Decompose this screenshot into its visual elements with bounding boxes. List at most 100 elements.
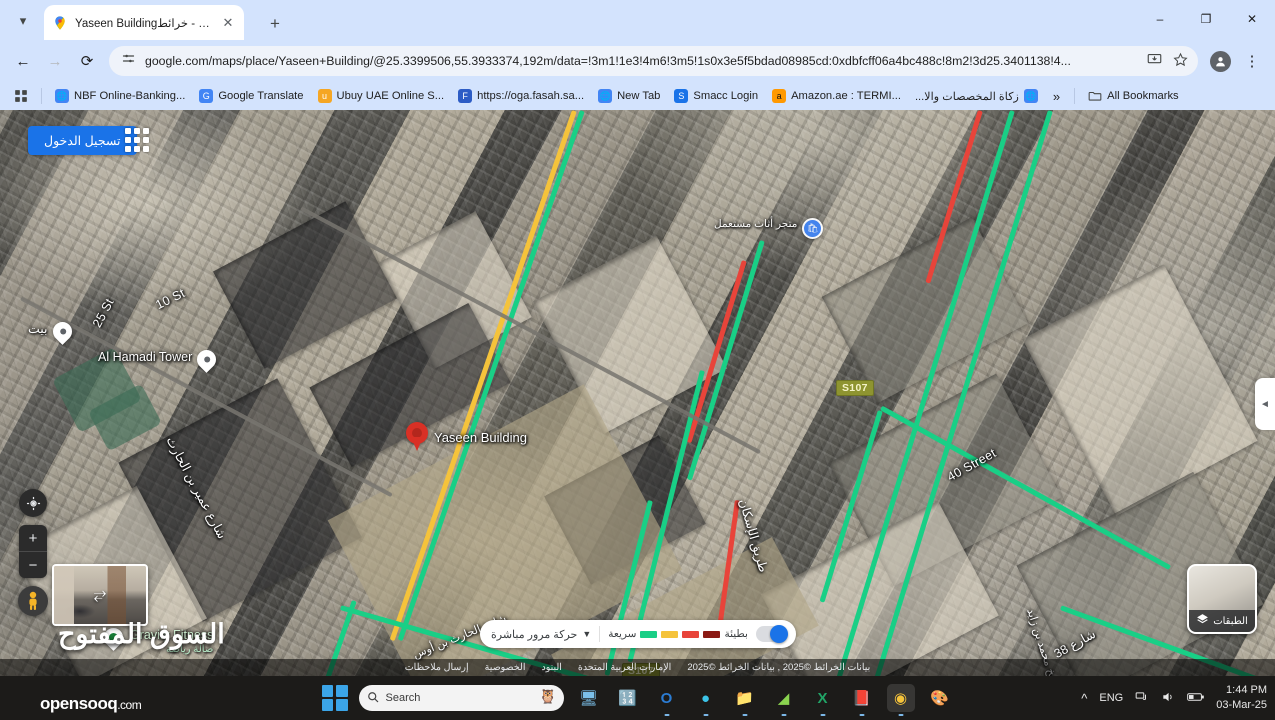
- locate-me-icon[interactable]: [19, 489, 47, 517]
- language-indicator[interactable]: ENG: [1099, 692, 1123, 704]
- traffic-swatch-green: [640, 630, 658, 638]
- bookmark-item[interactable]: u Ubuy UAE Online S...: [312, 86, 451, 106]
- kebab-menu-icon[interactable]: ⋮: [1237, 46, 1267, 76]
- opensooq-watermark: السوق المفتوح: [0, 604, 258, 676]
- taskbar-app-paint-icon[interactable]: 🎨: [926, 684, 954, 712]
- volume-icon[interactable]: [1161, 690, 1175, 707]
- traffic-fast-label: سريعة: [608, 628, 637, 640]
- amazon-icon: a: [772, 89, 787, 103]
- forward-button[interactable]: →: [40, 46, 70, 76]
- taskbar-search-input[interactable]: Search 🦉: [358, 685, 564, 711]
- reload-button[interactable]: ⟳: [72, 46, 102, 76]
- bookmarks-bar: 🌐 NBF Online-Banking... G Google Transla…: [0, 82, 1275, 110]
- taskbar-app-mountain-app-icon[interactable]: ◢: [770, 684, 798, 716]
- sign-in-button[interactable]: تسجيل الدخول: [28, 126, 137, 155]
- main-map-pin-icon[interactable]: [406, 422, 428, 454]
- watermark-english-suffix: .com: [117, 698, 142, 712]
- windows-taskbar: Search 🦉 🖥 🔢 O ● 📁 ◢ X 📕 ◉ 🎨 ^ ENG 1:44 …: [0, 676, 1275, 720]
- omnibox-actions: [1147, 52, 1188, 70]
- bookmark-item[interactable]: G Google Translate: [193, 86, 309, 106]
- traffic-scale: بطيئة سريعة: [608, 628, 748, 640]
- map-canvas[interactable]: 10 St 25 St 40 Street شارع 38 شارع عمير …: [0, 110, 1275, 676]
- taskbar-app-ledger-icon[interactable]: 📕: [848, 684, 876, 716]
- taskbar-app-my-computer-icon[interactable]: 🖥: [575, 684, 603, 712]
- install-icon[interactable]: [1147, 52, 1162, 70]
- poi-al-hamadi-tower[interactable]: Al Hamadi Tower: [98, 346, 221, 373]
- bird-icon: 🦉: [539, 688, 557, 704]
- network-icon[interactable]: [1135, 690, 1149, 707]
- attribution-item: الإمارات العربية المتحدة: [577, 662, 672, 673]
- smacc-icon: S: [674, 89, 689, 103]
- taskbar-app-chrome-icon[interactable]: ◉: [886, 684, 915, 716]
- bookmark-item[interactable]: S Smacc Login: [668, 86, 764, 106]
- bookmark-item[interactable]: F https://oga.fasah.sa...: [452, 86, 590, 106]
- watermark-english-text: opensooq: [40, 694, 118, 713]
- zoom-in-button[interactable]: +: [19, 525, 47, 551]
- new-tab-button[interactable]: +: [262, 11, 288, 37]
- clock[interactable]: 1:44 PM 03-Mar-25: [1216, 683, 1267, 713]
- translate-icon: G: [199, 89, 214, 103]
- taskbar-app-excel-icon[interactable]: X: [809, 684, 837, 716]
- bookmark-item[interactable]: 🌐 New Tab: [592, 86, 666, 106]
- poi-bait[interactable]: بيت: [28, 318, 76, 345]
- chevron-up-icon[interactable]: ^: [1081, 691, 1087, 706]
- apps-grid-icon[interactable]: [125, 128, 149, 152]
- profile-icon[interactable]: [1205, 46, 1235, 76]
- bookmark-label: Smacc Login: [693, 90, 759, 102]
- traffic-mode-label: حركة مرور مباشرة: [491, 628, 578, 641]
- attribution-item[interactable]: الخصوصية: [485, 662, 526, 673]
- browser-chrome: ▾ Yaseen Buildingخرائط - Google ✕ + – ❐: [0, 0, 1275, 110]
- watermark-arabic: السوق المفتوح: [58, 619, 226, 649]
- poi-label: متجر أثاث مستعمل: [714, 218, 798, 230]
- zoom-controls: + −: [19, 525, 47, 578]
- side-panel-toggle-chevron-left-icon[interactable]: ◄: [1255, 378, 1275, 430]
- home-pin-icon[interactable]: [48, 318, 76, 345]
- bookmark-item[interactable]: a Amazon.ae : TERMI...: [766, 86, 907, 106]
- close-icon[interactable]: ✕: [220, 15, 236, 31]
- poi-label: Al Hamadi Tower: [98, 350, 193, 364]
- bookmarks-overflow-button[interactable]: »: [1046, 86, 1067, 107]
- browser-tab[interactable]: Yaseen Buildingخرائط - Google ✕: [44, 5, 244, 40]
- minimize-button[interactable]: –: [1137, 0, 1183, 38]
- clock-date: 03-Mar-25: [1216, 699, 1267, 711]
- bookmark-label: Amazon.ae : TERMI...: [791, 90, 901, 102]
- taskbar-app-edge-icon[interactable]: ●: [692, 684, 720, 716]
- bookmark-item[interactable]: 🌐 NBF Online-Banking...: [49, 86, 191, 106]
- bookmark-item[interactable]: 🌐 زكاة المخصصات والا...: [909, 86, 1044, 106]
- tune-icon[interactable]: [121, 51, 136, 71]
- tab-title: Yaseen Buildingخرائط - Google: [75, 17, 213, 30]
- zoom-out-button[interactable]: −: [19, 552, 47, 578]
- building-pin-icon[interactable]: [193, 346, 221, 373]
- layers-button[interactable]: الطبقات: [1187, 564, 1257, 634]
- tab-search-chevron-down-icon[interactable]: ▾: [6, 6, 40, 36]
- traffic-mode-dropdown[interactable]: ▼ حركة مرور مباشرة: [488, 628, 591, 641]
- poi-used-furniture-store[interactable]: 🛍 متجر أثاث مستعمل: [714, 218, 824, 239]
- taskbar-app-calculator-icon[interactable]: 🔢: [614, 684, 642, 712]
- layers-label: الطبقات: [1213, 615, 1248, 627]
- traffic-roads: [0, 110, 1275, 676]
- taskbar-app-file-explorer-icon[interactable]: 📁: [731, 684, 759, 716]
- bookmark-label: https://oga.fasah.sa...: [477, 90, 585, 102]
- traffic-toggle[interactable]: [755, 625, 788, 643]
- maximize-button[interactable]: ❐: [1183, 0, 1229, 38]
- store-icon[interactable]: 🛍: [802, 218, 824, 239]
- star-icon[interactable]: [1173, 52, 1188, 70]
- traffic-legend[interactable]: بطيئة سريعة ▼ حركة مرور مباشرة: [480, 620, 796, 648]
- ubuy-icon: u: [317, 89, 332, 103]
- all-bookmarks-button[interactable]: All Bookmarks: [1082, 86, 1185, 106]
- attribution-item[interactable]: البنود: [541, 662, 561, 673]
- divider: [1074, 88, 1076, 104]
- attribution-item[interactable]: إرسال ملاحظات: [405, 662, 469, 673]
- google-maps-pin-icon: [52, 15, 68, 31]
- tab-strip: ▾ Yaseen Buildingخرائط - Google ✕ + – ❐: [0, 0, 1275, 40]
- apps-grid-icon[interactable]: [8, 86, 34, 106]
- route-shield: S107: [836, 380, 874, 396]
- taskbar-app-outlook-icon[interactable]: O: [653, 684, 681, 716]
- clock-time: 1:44 PM: [1226, 684, 1267, 697]
- address-bar[interactable]: google.com/maps/place/Yaseen+Building/@2…: [109, 46, 1198, 76]
- window-close-button[interactable]: ✕: [1229, 0, 1275, 38]
- windows-start-icon[interactable]: [321, 685, 348, 711]
- battery-icon[interactable]: [1187, 691, 1205, 706]
- back-button[interactable]: ←: [8, 46, 38, 76]
- search-icon: [367, 691, 379, 706]
